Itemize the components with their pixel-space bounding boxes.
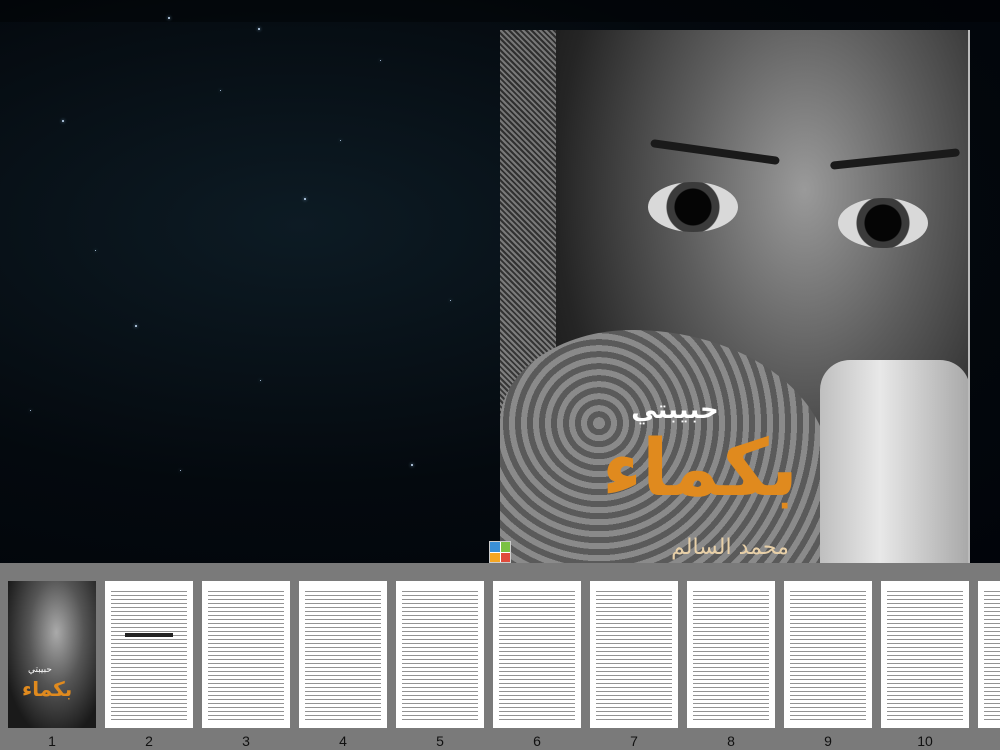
cover-author: محمد السالم <box>671 535 789 560</box>
page-number: 3 <box>242 733 250 749</box>
thumbnail-page-1[interactable]: حبيبتي بكماء <box>8 581 96 728</box>
thumbnail-cover-title: بكماء <box>22 677 73 701</box>
thumbnail-strip[interactable]: حبيبتي بكماء 1 2 3 4 5 6 7 8 9 10 <box>0 563 1000 750</box>
page-number: 4 <box>339 733 347 749</box>
thumbnail-page-10[interactable] <box>881 581 969 728</box>
page-number: 8 <box>727 733 735 749</box>
reader-stage: حبيبتي بكماء محمد السالم <box>0 0 1000 563</box>
thumbnail-page-7[interactable] <box>590 581 678 728</box>
page-number: 9 <box>824 733 832 749</box>
top-bar <box>0 0 1000 22</box>
thumbnail-page-2[interactable] <box>105 581 193 728</box>
page-number: 1 <box>48 733 56 749</box>
thumbnail-page-4[interactable] <box>299 581 387 728</box>
hand <box>820 360 970 563</box>
thumbnail-page-3[interactable] <box>202 581 290 728</box>
page-number: 2 <box>145 733 153 749</box>
cover-subtitle: حبيبتي <box>631 395 719 425</box>
thumbnail-cover-image <box>8 581 96 728</box>
thumbnail-page-11[interactable] <box>978 581 1000 728</box>
page-number: 5 <box>436 733 444 749</box>
thumbnail-cover-subtitle: حبيبتي <box>28 665 52 675</box>
page-edge <box>968 30 970 563</box>
thumbnail-page-9[interactable] <box>784 581 872 728</box>
thumbnail-page-8[interactable] <box>687 581 775 728</box>
book-cover-page[interactable]: حبيبتي بكماء محمد السالم <box>500 30 970 563</box>
reader-app-icon[interactable] <box>489 541 511 563</box>
left-eye <box>648 182 738 232</box>
page-number: 7 <box>630 733 638 749</box>
page-number: 10 <box>917 733 933 749</box>
right-eye <box>838 198 928 248</box>
thumbnail-page-6[interactable] <box>493 581 581 728</box>
page-number: 6 <box>533 733 541 749</box>
cover-title: بكماء <box>601 424 799 514</box>
thumbnail-page-5[interactable] <box>396 581 484 728</box>
